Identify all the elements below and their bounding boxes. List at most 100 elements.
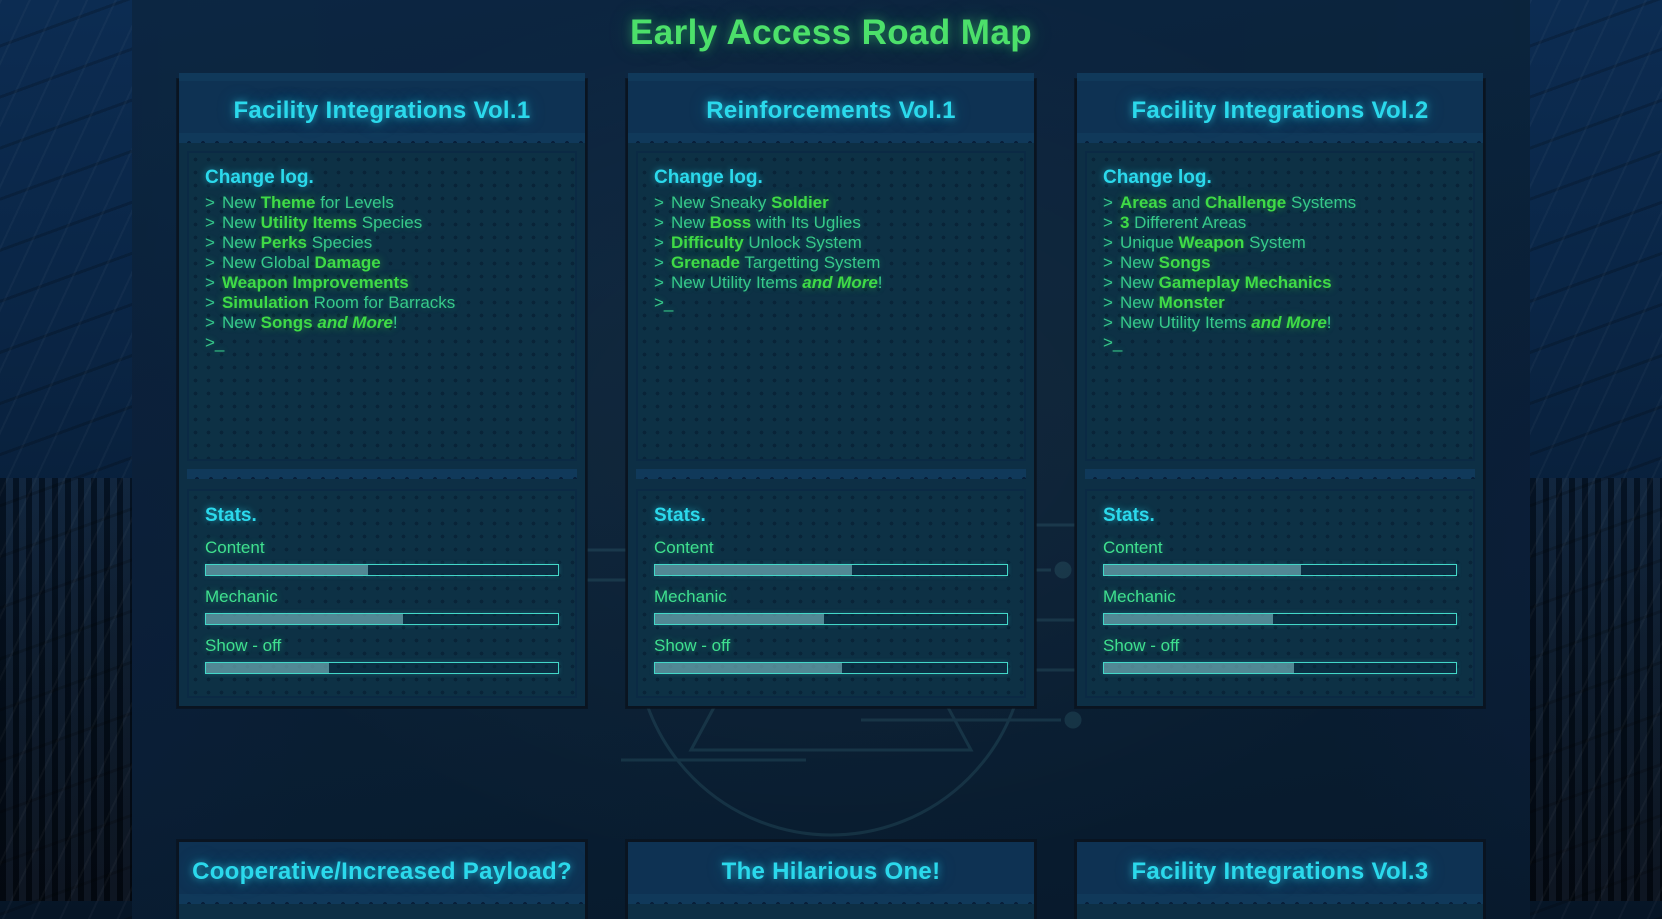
changelog-item: > New Gameplay Mechanics <box>1103 273 1457 293</box>
changelog-text: Weapon <box>1178 233 1245 252</box>
terminal-prompt: >_ <box>654 293 674 312</box>
card-divider-band-2 <box>1085 469 1475 479</box>
stat-progress-bar <box>654 613 1008 625</box>
changelog-text: Unlock System <box>743 233 862 252</box>
card-header: The Hilarious One! <box>628 842 1034 894</box>
stats-panel: Stats. Content Mechanic Show - off <box>636 489 1026 698</box>
stat-progress-bar <box>205 662 559 674</box>
changelog-text: Grenade <box>670 253 740 272</box>
stat-label: Show - off <box>1103 636 1180 655</box>
page-content: Early Access Road Map Facility Integrati… <box>0 0 1662 919</box>
changelog-heading: Change log. <box>205 167 314 188</box>
changelog-bullet: > <box>654 253 664 272</box>
changelog-item: > Difficulty Unlock System <box>654 233 1008 253</box>
changelog-item: > New Utility Items and More! <box>1103 313 1457 333</box>
stats-panel: Stats. Content Mechanic Show - off <box>187 489 577 698</box>
changelog-text: 3 <box>1119 213 1130 232</box>
changelog-item: > Unique Weapon System <box>1103 233 1457 253</box>
changelog-text: Utility Items <box>260 213 358 232</box>
card-divider-band <box>1077 894 1483 904</box>
card-header: Facility Integrations Vol.2 <box>1077 81 1483 133</box>
changelog-bullet: > <box>1103 213 1113 232</box>
stat-row: Content <box>1103 538 1457 576</box>
stats-heading: Stats. <box>205 505 257 526</box>
changelog-text: New <box>1119 253 1159 272</box>
changelog-bullet: > <box>1103 273 1113 292</box>
stat-row: Show - off <box>654 636 1008 674</box>
changelog-text: for Levels <box>315 193 394 212</box>
stat-label: Content <box>1103 538 1163 557</box>
card-header: Facility Integrations Vol.3 <box>1077 842 1483 894</box>
changelog-text: Challenge <box>1205 193 1287 212</box>
roadmap-card[interactable]: Reinforcements Vol.1 Change log. > New Snea… <box>626 73 1036 708</box>
stat-label: Show - off <box>654 636 731 655</box>
changelog-text: Species <box>307 233 373 252</box>
changelog-bullet: > <box>205 313 215 332</box>
stat-progress-bar <box>654 662 1008 674</box>
card-header: Reinforcements Vol.1 <box>628 81 1034 133</box>
card-body: Change log. > Areas and Challenge Systems >… <box>1077 143 1483 706</box>
changelog-bullet: > <box>205 213 215 232</box>
terminal-prompt: >_ <box>1103 333 1123 352</box>
stat-row: Mechanic <box>654 587 1008 625</box>
stats-heading: Stats. <box>654 505 706 526</box>
changelog-item: > Grenade Targetting System <box>654 253 1008 273</box>
page-title: Early Access Road Map <box>630 13 1032 52</box>
card-title: Reinforcements Vol.1 <box>706 97 956 124</box>
stat-row: Mechanic <box>1103 587 1457 625</box>
card-head-band <box>628 73 1034 81</box>
changelog-text: New <box>1119 293 1159 312</box>
card-header: Cooperative/Increased Payload? <box>179 842 585 894</box>
stat-label: Mechanic <box>205 587 278 606</box>
roadmap-card[interactable]: Cooperative/Increased Payload? <box>177 840 587 919</box>
changelog-text: New <box>670 213 710 232</box>
roadmap-card[interactable]: Facility Integrations Vol.1 Change log. > N… <box>177 73 587 708</box>
changelog-bullet: > <box>1103 293 1113 312</box>
changelog-text: and <box>1167 193 1206 212</box>
changelog-text: Targetting System <box>739 253 881 272</box>
card-divider-band <box>179 894 585 904</box>
changelog-text: Theme <box>260 193 316 212</box>
changelog-list: > New Theme for Levels > New Utility Items … <box>205 193 559 333</box>
card-divider-band <box>179 133 585 143</box>
stat-progress-bar <box>1103 662 1457 674</box>
roadmap-card-grid: Facility Integrations Vol.1 Change log. > N… <box>132 53 1530 708</box>
changelog-text: Species <box>357 213 423 232</box>
changelog-bullet: > <box>205 193 215 212</box>
changelog-item: > New Utility Items Species <box>205 213 559 233</box>
changelog-panel: Change log. > New Theme for Levels > New Uti… <box>187 151 577 461</box>
stat-label: Content <box>205 538 265 557</box>
stat-progress-fill <box>655 663 842 673</box>
changelog-bullet: > <box>205 233 215 252</box>
changelog-text: New Global <box>221 253 315 272</box>
card-head-band <box>179 73 585 81</box>
changelog-text: Songs <box>1158 253 1211 272</box>
stat-row: Mechanic <box>205 587 559 625</box>
changelog-panel: Change log. > New Sneaky Soldier > New Boss … <box>636 151 1026 461</box>
stat-row: Content <box>654 538 1008 576</box>
changelog-bullet: > <box>654 193 664 212</box>
changelog-text: New <box>221 193 261 212</box>
card-title: Facility Integrations Vol.3 <box>1131 858 1429 885</box>
roadmap-card[interactable]: Facility Integrations Vol.2 Change log. > A… <box>1075 73 1485 708</box>
roadmap-card[interactable]: Facility Integrations Vol.3 <box>1075 840 1485 919</box>
changelog-text: New Utility Items <box>1119 313 1252 332</box>
changelog-bullet: > <box>1103 253 1113 272</box>
stat-progress-fill <box>655 565 853 575</box>
changelog-text: Songs <box>260 313 313 332</box>
changelog-text: New <box>221 213 261 232</box>
changelog-text: New <box>1119 273 1159 292</box>
changelog-bullet: > <box>654 213 664 232</box>
roadmap-card[interactable]: The Hilarious One! <box>626 840 1036 919</box>
changelog-list: > New Sneaky Soldier > New Boss with Its Ug… <box>654 193 1008 293</box>
card-divider-band <box>628 894 1034 904</box>
stats-list: Content Mechanic Show - off <box>205 538 559 674</box>
changelog-text: System <box>1244 233 1306 252</box>
changelog-text: ! <box>877 273 883 292</box>
changelog-text: and More <box>1251 313 1327 332</box>
changelog-item: > Weapon Improvements <box>205 273 559 293</box>
stat-progress-bar <box>1103 564 1457 576</box>
changelog-item: > New Utility Items and More! <box>654 273 1008 293</box>
stat-progress-bar <box>205 613 559 625</box>
changelog-item: > New Sneaky Soldier <box>654 193 1008 213</box>
